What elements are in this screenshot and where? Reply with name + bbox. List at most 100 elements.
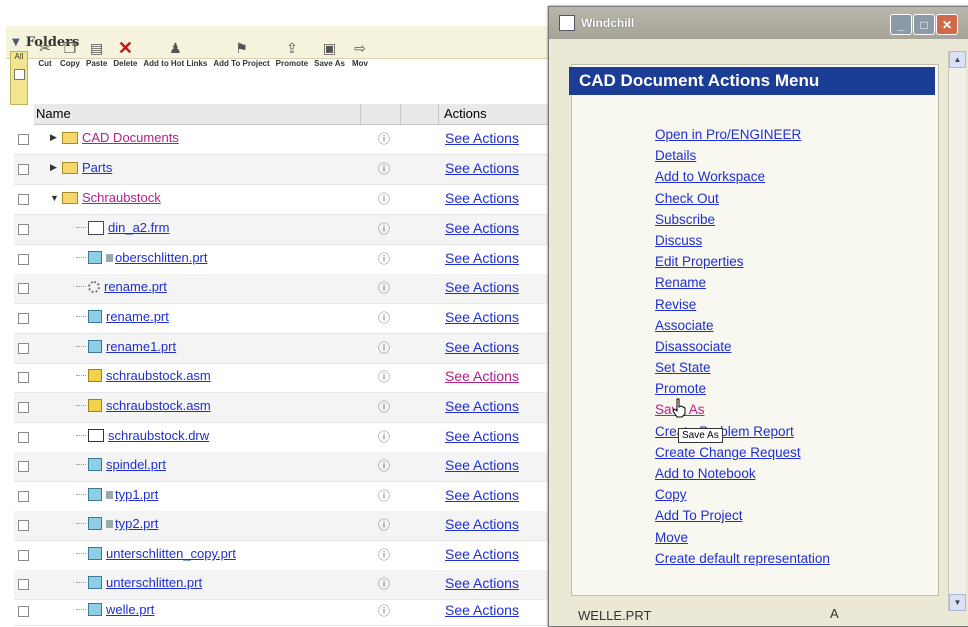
menu-item-promote[interactable]: Promote [655, 381, 706, 396]
row-checkbox[interactable] [18, 224, 29, 235]
see-actions-link[interactable]: See Actions [445, 602, 519, 618]
row-checkbox[interactable] [18, 402, 29, 413]
add-to-project-button[interactable]: ⚑ Add To Project [213, 39, 269, 89]
row-name-link[interactable]: typ2.prt [115, 516, 158, 531]
menu-item-create-change-request[interactable]: Create Change Request [655, 445, 801, 460]
row-name-link[interactable]: rename.prt [104, 279, 167, 294]
minimize-button[interactable]: _ [890, 14, 912, 35]
info-icon[interactable]: ⓘ [378, 279, 390, 296]
select-all-checkbox[interactable] [13, 69, 25, 80]
column-header-actions[interactable]: Actions [444, 106, 487, 121]
row-name-link[interactable]: oberschlitten.prt [115, 250, 208, 265]
save-as-button[interactable]: ▣ Save As [314, 39, 345, 89]
info-icon[interactable]: ⓘ [378, 250, 390, 267]
see-actions-link[interactable]: See Actions [445, 487, 519, 503]
menu-item-move[interactable]: Move [655, 530, 688, 545]
cut-button[interactable]: ✂ Cut [36, 39, 54, 89]
row-checkbox[interactable] [18, 134, 29, 145]
info-icon[interactable]: ⓘ [378, 339, 390, 356]
info-icon[interactable]: ⓘ [378, 457, 390, 474]
info-icon[interactable]: ⓘ [378, 130, 390, 147]
info-icon[interactable]: ⓘ [378, 309, 390, 326]
menu-item-edit-properties[interactable]: Edit Properties [655, 254, 744, 269]
popup-scrollbar[interactable]: ▲ ▼ [948, 51, 966, 611]
collapse-triangle-icon[interactable]: ▼ [12, 37, 20, 48]
row-checkbox[interactable] [18, 283, 29, 294]
scroll-down-arrow-icon[interactable]: ▼ [949, 594, 966, 611]
row-name-link[interactable]: Schraubstock [82, 190, 161, 205]
see-actions-link[interactable]: See Actions [445, 250, 519, 266]
menu-item-add-to-workspace[interactable]: Add to Workspace [655, 169, 765, 184]
row-checkbox[interactable] [18, 491, 29, 502]
row-name-link[interactable]: rename.prt [106, 309, 169, 324]
row-checkbox[interactable] [18, 461, 29, 472]
see-actions-link[interactable]: See Actions [445, 309, 519, 325]
see-actions-link[interactable]: See Actions [445, 130, 519, 146]
see-actions-link[interactable]: See Actions [445, 160, 519, 176]
info-icon[interactable]: ⓘ [378, 190, 390, 207]
promote-button[interactable]: ⇪ Promote [276, 39, 308, 89]
see-actions-link[interactable]: See Actions [445, 339, 519, 355]
row-name-link[interactable]: welle.prt [106, 602, 154, 617]
menu-item-set-state[interactable]: Set State [655, 360, 711, 375]
info-icon[interactable]: ⓘ [378, 487, 390, 504]
info-icon[interactable]: ⓘ [378, 398, 390, 415]
row-checkbox[interactable] [18, 372, 29, 383]
info-icon[interactable]: ⓘ [378, 368, 390, 385]
row-name-link[interactable]: unterschlitten_copy.prt [106, 546, 236, 561]
see-actions-link[interactable]: See Actions [445, 368, 519, 384]
select-all-cell[interactable]: All [10, 51, 28, 105]
menu-item-subscribe[interactable]: Subscribe [655, 212, 715, 227]
see-actions-link[interactable]: See Actions [445, 398, 519, 414]
expand-arrow-icon[interactable]: ▶ [50, 162, 62, 173]
row-name-link[interactable]: schraubstock.drw [108, 428, 209, 443]
menu-item-discuss[interactable]: Discuss [655, 233, 702, 248]
menu-item-add-to-notebook[interactable]: Add to Notebook [655, 466, 756, 481]
row-checkbox[interactable] [18, 520, 29, 531]
menu-item-revise[interactable]: Revise [655, 297, 696, 312]
menu-item-rename[interactable]: Rename [655, 275, 706, 290]
scroll-up-arrow-icon[interactable]: ▲ [949, 51, 966, 68]
add-to-hot-links-button[interactable]: ♟ Add to Hot Links [143, 39, 207, 89]
see-actions-link[interactable]: See Actions [445, 546, 519, 562]
menu-item-associate[interactable]: Associate [655, 318, 714, 333]
see-actions-link[interactable]: See Actions [445, 428, 519, 444]
info-icon[interactable]: ⓘ [378, 546, 390, 563]
menu-item-check-out[interactable]: Check Out [655, 191, 719, 206]
row-name-link[interactable]: Parts [82, 160, 112, 175]
maximize-button[interactable]: □ [913, 14, 935, 35]
row-checkbox[interactable] [18, 432, 29, 443]
info-icon[interactable]: ⓘ [378, 575, 390, 592]
row-name-link[interactable]: schraubstock.asm [106, 398, 211, 413]
row-name-link[interactable]: CAD Documents [82, 130, 179, 145]
move-button[interactable]: ⇨ Mov [351, 39, 369, 89]
menu-item-open-in-pro-engineer[interactable]: Open in Pro/ENGINEER [655, 127, 801, 142]
menu-item-create-problem-report[interactable]: Create Problem Report [655, 424, 794, 439]
menu-item-copy[interactable]: Copy [655, 487, 687, 502]
paste-button[interactable]: ▤ Paste [86, 39, 107, 89]
collapse-arrow-icon[interactable]: ▼ [50, 193, 62, 203]
row-checkbox[interactable] [18, 606, 29, 617]
row-checkbox[interactable] [18, 550, 29, 561]
see-actions-link[interactable]: See Actions [445, 516, 519, 532]
info-icon[interactable]: ⓘ [378, 220, 390, 237]
see-actions-link[interactable]: See Actions [445, 457, 519, 473]
menu-item-disassociate[interactable]: Disassociate [655, 339, 732, 354]
see-actions-link[interactable]: See Actions [445, 279, 519, 295]
row-checkbox[interactable] [18, 254, 29, 265]
popup-titlebar[interactable]: Windchill _ □ ✕ [549, 7, 968, 39]
column-header-name[interactable]: Name [36, 106, 71, 121]
menu-item-create-default-representation[interactable]: Create default representation [655, 551, 830, 566]
see-actions-link[interactable]: See Actions [445, 190, 519, 206]
expand-arrow-icon[interactable]: ▶ [50, 132, 62, 143]
row-checkbox[interactable] [18, 313, 29, 324]
row-name-link[interactable]: rename1.prt [106, 339, 176, 354]
delete-button[interactable]: ✕ Delete [113, 38, 137, 89]
row-name-link[interactable]: schraubstock.asm [106, 368, 211, 383]
copy-button[interactable]: ❐ Copy [60, 39, 80, 89]
row-name-link[interactable]: spindel.prt [106, 457, 166, 472]
row-name-link[interactable]: typ1.prt [115, 487, 158, 502]
info-icon[interactable]: ⓘ [378, 160, 390, 177]
see-actions-link[interactable]: See Actions [445, 575, 519, 591]
row-checkbox[interactable] [18, 194, 29, 205]
